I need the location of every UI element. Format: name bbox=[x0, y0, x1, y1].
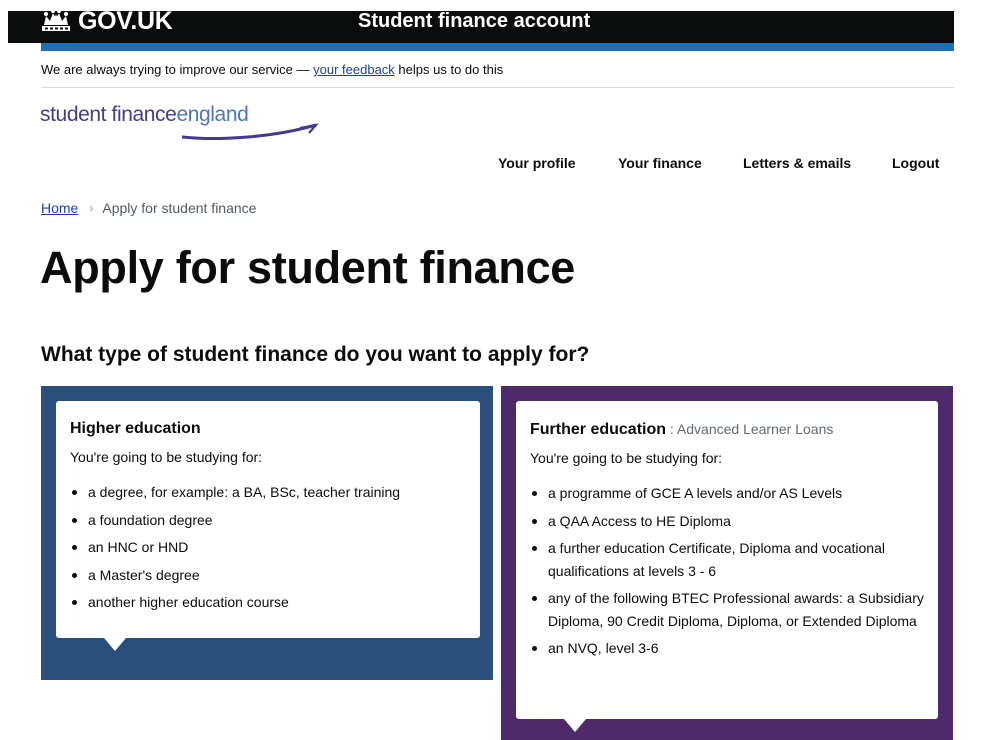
list-item: a foundation degree bbox=[70, 509, 466, 532]
list-item: a Master's degree bbox=[70, 564, 466, 587]
list-item: an NVQ, level 3-6 bbox=[530, 637, 924, 660]
breadcrumb: Home › Apply for student finance bbox=[41, 200, 256, 216]
list-item: another higher education course bbox=[70, 591, 466, 614]
nav-your-profile[interactable]: Your profile bbox=[498, 155, 576, 171]
main-nav: Your profile Your finance Letters & emai… bbox=[0, 155, 984, 175]
list-item: a programme of GCE A levels and/or AS Le… bbox=[530, 482, 924, 505]
further-education-lead: You're going to be studying for: bbox=[530, 450, 723, 466]
govuk-logo-link[interactable]: GOV.UK bbox=[40, 5, 173, 37]
nav-logout[interactable]: Logout bbox=[892, 155, 939, 171]
govuk-logo-text: GOV.UK bbox=[78, 6, 173, 35]
page-title: Apply for student finance bbox=[40, 242, 576, 293]
nav-your-finance[interactable]: Your finance bbox=[618, 155, 702, 171]
higher-education-title: Higher education bbox=[70, 420, 201, 437]
feedback-text-after: helps us to do this bbox=[394, 62, 504, 77]
further-education-option[interactable]: Further education : Advanced Learner Loa… bbox=[501, 386, 953, 740]
further-education-heading: Further education : Advanced Learner Loa… bbox=[530, 418, 924, 441]
swoosh-icon bbox=[181, 123, 319, 140]
sfe-logo-text-student-finance: student finance bbox=[40, 103, 177, 126]
further-education-card[interactable]: Further education : Advanced Learner Loa… bbox=[516, 401, 938, 732]
further-education-title: Further education bbox=[530, 421, 667, 438]
list-item: a degree, for example: a BA, BSc, teache… bbox=[70, 481, 466, 504]
breadcrumb-current: Apply for student finance bbox=[102, 200, 257, 216]
higher-education-list: a degree, for example: a BA, BSc, teache… bbox=[70, 481, 466, 614]
feedback-text-before: We are always trying to improve our serv… bbox=[41, 62, 314, 77]
sfe-logo[interactable]: student financeengland bbox=[40, 103, 319, 140]
nav-letters-emails[interactable]: Letters & emails bbox=[743, 155, 851, 171]
feedback-banner: We are always trying to improve our serv… bbox=[41, 61, 954, 79]
higher-education-card[interactable]: Higher education You're going to be stud… bbox=[56, 401, 480, 651]
feedback-link[interactable]: your feedback bbox=[313, 62, 395, 77]
service-name[interactable]: Student finance account bbox=[358, 5, 590, 37]
header-accent-bar bbox=[41, 43, 954, 51]
further-education-list: a programme of GCE A levels and/or AS Le… bbox=[530, 482, 924, 660]
crown-icon bbox=[42, 9, 70, 31]
further-education-subtitle: : Advanced Learner Loans bbox=[666, 421, 834, 437]
list-item: any of the following BTEC Professional a… bbox=[530, 587, 924, 632]
list-item: an HNC or HND bbox=[70, 536, 466, 559]
higher-education-option[interactable]: Higher education You're going to be stud… bbox=[41, 386, 493, 680]
list-item: a further education Certificate, Diploma… bbox=[530, 537, 924, 582]
list-item: a QAA Access to HE Diploma bbox=[530, 510, 924, 533]
chevron-right-icon: › bbox=[89, 201, 94, 215]
breadcrumb-home-link[interactable]: Home bbox=[41, 200, 78, 216]
govuk-header: GOV.UK Student finance account bbox=[8, 7, 954, 43]
banner-divider bbox=[41, 87, 954, 88]
question-heading: What type of student finance do you want… bbox=[41, 343, 590, 366]
higher-education-lead: You're going to be studying for: bbox=[70, 449, 263, 465]
